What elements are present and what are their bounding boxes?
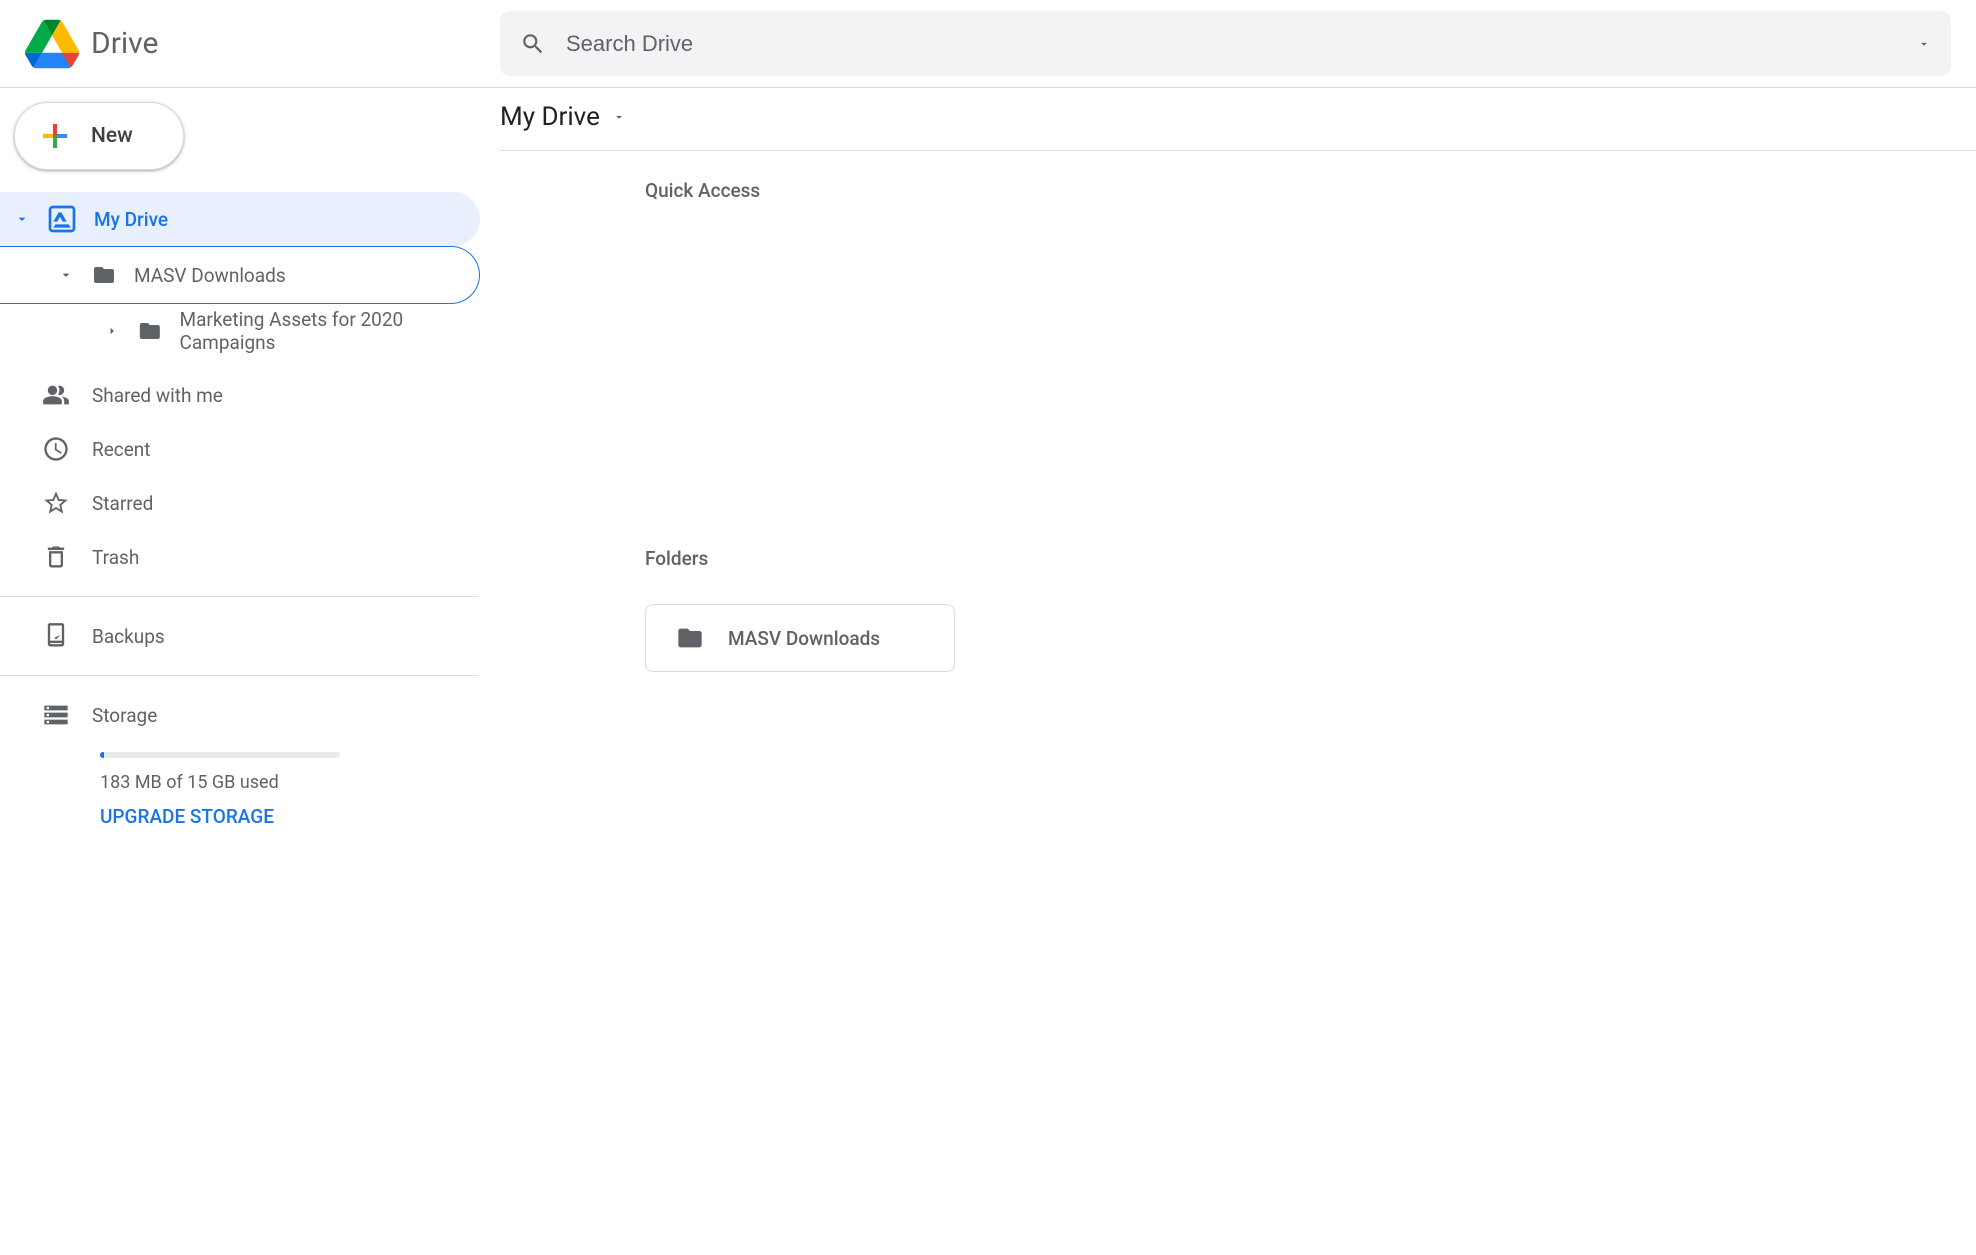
tree-level2-label: Marketing Assets for 2020 Campaigns — [179, 308, 500, 354]
folders-section: Folders MASV Downloads — [500, 547, 1976, 672]
storage-block: 183 MB of 15 GB used UPGRADE STORAGE — [0, 742, 500, 828]
sidebar-item-trash[interactable]: Trash — [0, 530, 500, 584]
nav-starred-label: Starred — [92, 492, 153, 515]
sidebar-item-recent[interactable]: Recent — [0, 422, 500, 476]
sidebar-folder-marketing-assets[interactable]: Marketing Assets for 2020 Campaigns — [0, 304, 500, 358]
breadcrumb-title: My Drive — [500, 102, 600, 132]
nav-shared-label: Shared with me — [92, 384, 223, 407]
main-panel: My Drive Quick Access Folders MASV Downl… — [500, 88, 1976, 1255]
plus-icon — [37, 118, 73, 154]
search-input[interactable] — [566, 31, 1917, 57]
sidebar-item-storage[interactable]: Storage — [0, 688, 500, 742]
logo-area[interactable]: Drive — [15, 17, 500, 71]
storage-progress-fill — [100, 752, 104, 758]
chevron-down-icon — [14, 211, 30, 227]
tree-level1-label: MASV Downloads — [134, 264, 286, 287]
breadcrumb[interactable]: My Drive — [500, 102, 1976, 151]
search-icon — [520, 31, 546, 57]
folder-card-masv-downloads[interactable]: MASV Downloads — [645, 604, 955, 672]
nav-recent-label: Recent — [92, 438, 151, 461]
app-name-label: Drive — [91, 26, 158, 61]
divider — [0, 675, 478, 676]
sidebar-item-shared[interactable]: Shared with me — [0, 368, 500, 422]
search-bar[interactable] — [500, 11, 1951, 76]
chevron-right-icon — [104, 323, 120, 339]
tree-root-label: My Drive — [94, 208, 168, 231]
nav-storage-label: Storage — [92, 704, 157, 727]
star-icon — [42, 489, 70, 517]
divider — [0, 596, 478, 597]
header-bar: Drive — [0, 0, 1976, 88]
trash-icon — [42, 543, 70, 571]
sidebar-item-backups[interactable]: Backups — [0, 609, 500, 663]
quick-access-label: Quick Access — [645, 179, 1976, 202]
content-area: New My Drive MASV Downloads Marketing As… — [0, 88, 1976, 1255]
storage-used-text: 183 MB of 15 GB used — [100, 772, 500, 793]
nav-backups-label: Backups — [92, 625, 165, 648]
chevron-down-icon — [58, 267, 74, 283]
search-options-chevron-icon[interactable] — [1917, 37, 1931, 51]
sidebar-item-my-drive[interactable]: My Drive — [0, 192, 480, 246]
people-icon — [42, 381, 70, 409]
backups-icon — [42, 622, 70, 650]
sidebar: New My Drive MASV Downloads Marketing As… — [0, 88, 500, 1255]
drive-logo-icon — [25, 17, 79, 71]
new-button[interactable]: New — [14, 102, 184, 170]
folder-name-label: MASV Downloads — [728, 627, 880, 650]
new-button-label: New — [91, 124, 133, 148]
chevron-down-icon[interactable] — [612, 110, 626, 124]
folder-icon — [674, 624, 706, 652]
sidebar-folder-masv-downloads[interactable]: MASV Downloads — [0, 246, 480, 304]
nav-trash-label: Trash — [92, 546, 139, 569]
storage-progress-bar — [100, 752, 340, 758]
upgrade-storage-link[interactable]: UPGRADE STORAGE — [100, 805, 500, 828]
storage-icon — [42, 701, 70, 729]
my-drive-icon — [46, 203, 78, 235]
folder-icon — [136, 319, 164, 343]
clock-icon — [42, 435, 70, 463]
sidebar-item-starred[interactable]: Starred — [0, 476, 500, 530]
folders-label: Folders — [645, 547, 1976, 570]
folder-icon — [90, 263, 118, 287]
